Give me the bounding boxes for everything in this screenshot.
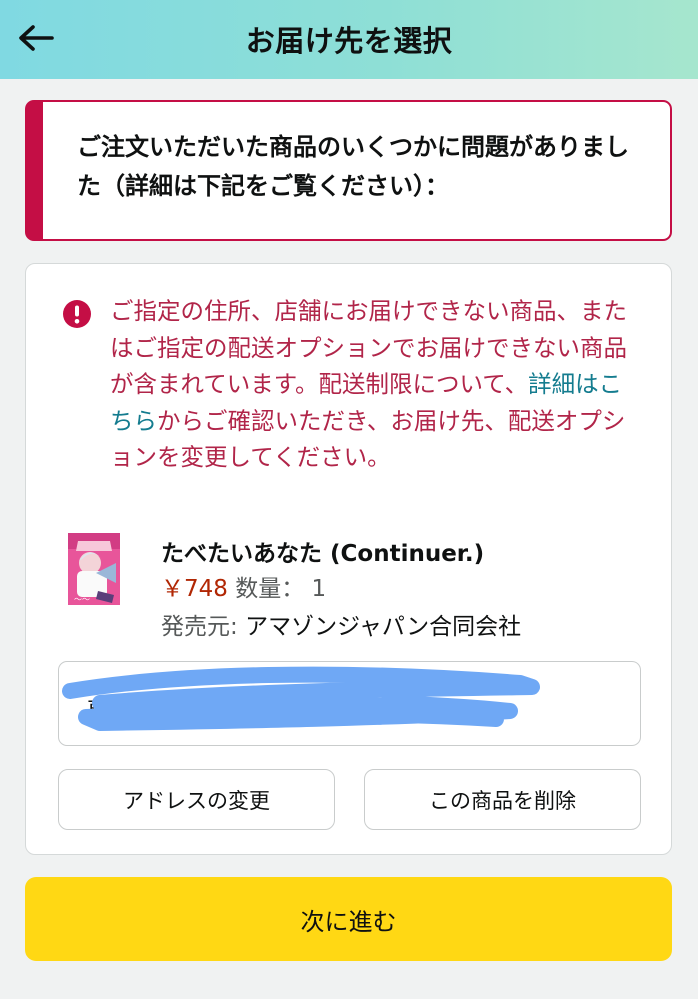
seller-label: 発売元: [161, 614, 238, 640]
seller-line: 発売元: アマゾンジャパン合同会社 [161, 607, 521, 641]
problem-alert: ご注文いただいた商品のいくつかに問題がありました（詳細は下記をご覧ください）： [25, 100, 672, 241]
error-text-after: からご確認いただき、お届け先、配送オプションを変更してください。 [110, 406, 626, 472]
redaction-scribble [62, 666, 540, 731]
item-card: ご指定の住所、店舗にお届けできない商品、またはご指定の配送オプションでお届けでき… [25, 263, 672, 855]
alert-message: ご注文いただいた商品のいくつかに問題がありました（詳細は下記をご覧ください）： [77, 133, 629, 200]
product-price: ￥748 [161, 576, 228, 602]
price-quantity-line: ￥748 数量： 1 [161, 569, 326, 603]
product-title[interactable]: たべたいあなた (Continuer.) [161, 534, 484, 568]
page-title: お届け先を選択 [245, 24, 453, 58]
seller-name: アマゾンジャパン合同会社 [245, 614, 522, 640]
quantity-label: 数量： [235, 576, 305, 602]
continue-button[interactable]: 次に進む [25, 877, 672, 961]
exclamation-circle-icon [63, 300, 91, 328]
delivery-error-message: ご指定の住所、店舗にお届けできない商品、またはご指定の配送オプションでお届けでき… [110, 293, 638, 476]
app-header: お届け先を選択 [0, 0, 698, 79]
change-address-button[interactable]: アドレスの変更 [58, 769, 335, 830]
product-thumbnail: ～～ [68, 533, 120, 605]
svg-text:～～: ～～ [74, 595, 90, 604]
delete-item-button[interactable]: この商品を削除 [364, 769, 641, 830]
quantity-value: 1 [311, 576, 327, 602]
